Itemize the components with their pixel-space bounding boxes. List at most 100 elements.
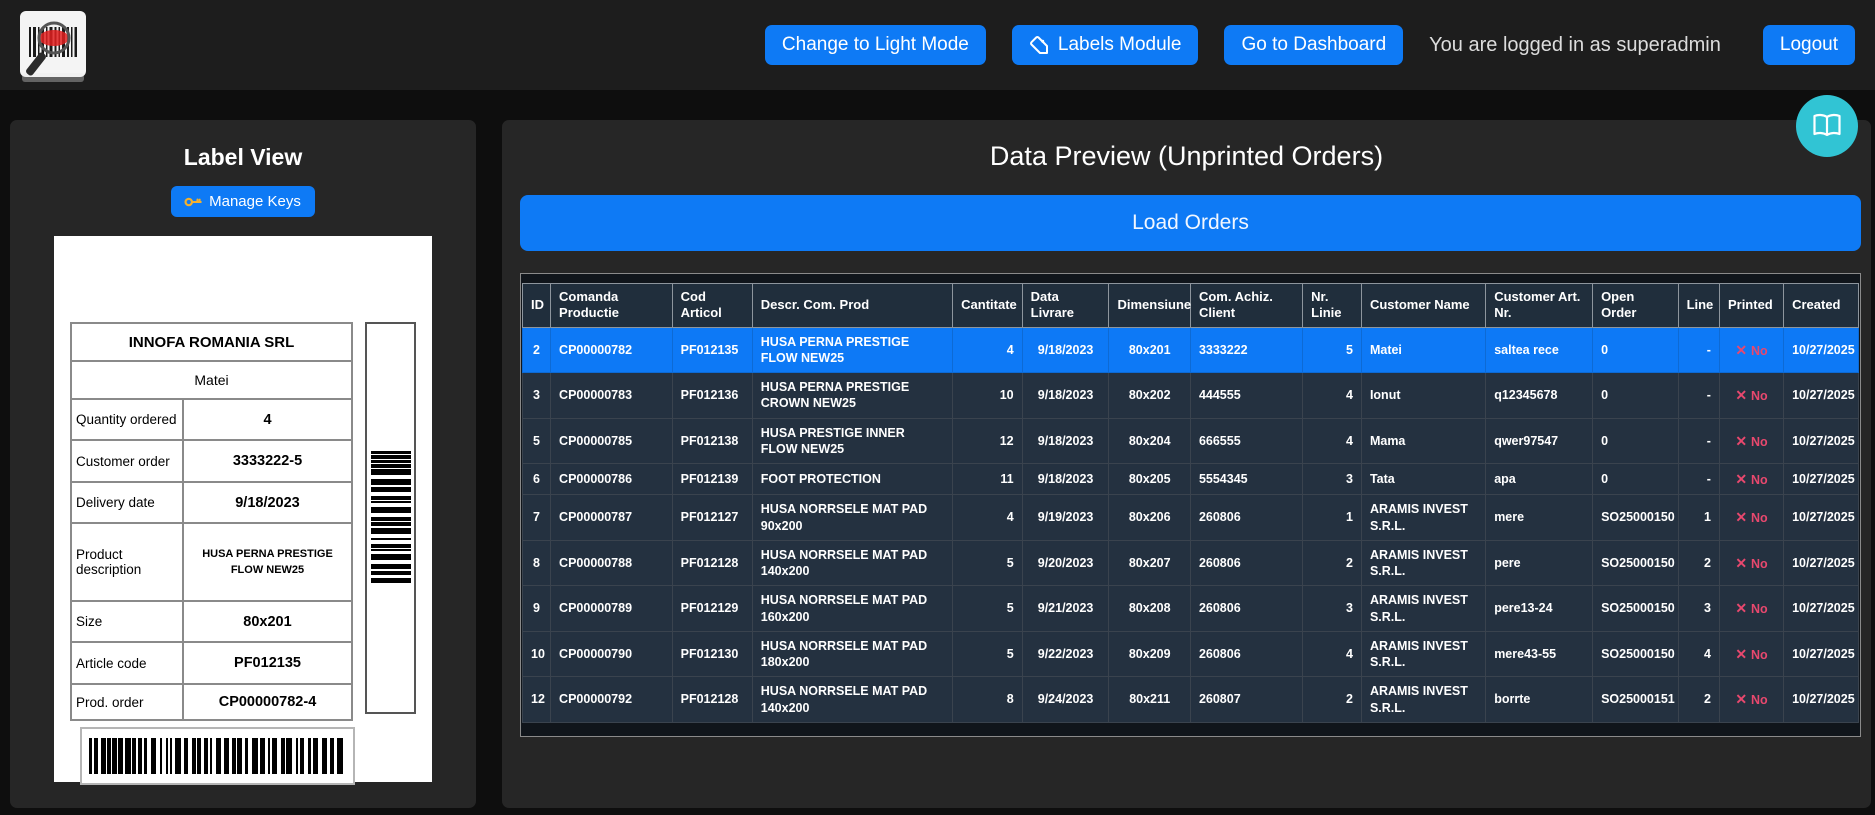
order-cell[interactable]: 9/18/2023 [1022,418,1109,464]
order-cell[interactable]: HUSA PERNA PRESTIGE CROWN NEW25 [752,373,952,419]
order-cell[interactable]: 666555 [1190,418,1302,464]
order-cell[interactable]: apa [1486,464,1593,495]
order-cell[interactable]: 9 [523,586,551,632]
docs-floating-button[interactable] [1796,95,1858,157]
order-cell[interactable]: SO25000151 [1593,677,1679,723]
order-row[interactable]: 7CP00000787PF012127HUSA NORRSELE MAT PAD… [523,495,1859,541]
order-cell[interactable]: - [1678,418,1719,464]
order-cell[interactable]: 0 [1593,418,1679,464]
order-cell[interactable]: 10/27/2025 [1784,631,1859,677]
order-cell[interactable]: HUSA NORRSELE MAT PAD 140x200 [752,540,952,586]
order-cell[interactable]: mere43-55 [1486,631,1593,677]
labels-module-button[interactable]: Labels Module [1012,25,1199,65]
logout-button[interactable]: Logout [1763,25,1855,65]
order-cell[interactable]: PF012128 [672,677,752,723]
order-cell[interactable]: ✕ No [1719,677,1783,723]
order-cell[interactable]: 260806 [1190,586,1302,632]
order-cell[interactable]: 3 [523,373,551,419]
manage-keys-button[interactable]: Manage Keys [171,186,315,217]
order-cell[interactable]: 6 [523,464,551,495]
order-cell[interactable]: ARAMIS INVEST S.R.L. [1361,586,1485,632]
order-cell[interactable]: CP00000787 [551,495,673,541]
order-cell[interactable]: PF012136 [672,373,752,419]
order-row[interactable]: 8CP00000788PF012128HUSA NORRSELE MAT PAD… [523,540,1859,586]
order-cell[interactable]: SO25000150 [1593,540,1679,586]
order-cell[interactable]: 5 [1303,327,1362,373]
order-cell[interactable]: 80x202 [1109,373,1190,419]
order-cell[interactable]: 5 [523,418,551,464]
order-cell[interactable]: 10/27/2025 [1784,586,1859,632]
order-cell[interactable]: 4 [1303,631,1362,677]
order-cell[interactable]: 8 [523,540,551,586]
order-cell[interactable]: ARAMIS INVEST S.R.L. [1361,677,1485,723]
order-cell[interactable]: 12 [953,418,1022,464]
order-cell[interactable]: HUSA NORRSELE MAT PAD 180x200 [752,631,952,677]
load-orders-button[interactable]: Load Orders [520,195,1861,251]
order-cell[interactable]: 9/18/2023 [1022,464,1109,495]
order-cell[interactable]: CP00000785 [551,418,673,464]
order-cell[interactable]: 2 [1303,540,1362,586]
order-cell[interactable]: Ionut [1361,373,1485,419]
order-cell[interactable]: 4 [1303,418,1362,464]
order-cell[interactable]: 2 [523,327,551,373]
order-cell[interactable]: CP00000788 [551,540,673,586]
order-cell[interactable]: CP00000782 [551,327,673,373]
order-cell[interactable]: ✕ No [1719,495,1783,541]
order-row[interactable]: 10CP00000790PF012130HUSA NORRSELE MAT PA… [523,631,1859,677]
order-cell[interactable]: pere [1486,540,1593,586]
order-cell[interactable]: CP00000790 [551,631,673,677]
order-cell[interactable]: PF012135 [672,327,752,373]
order-cell[interactable]: ✕ No [1719,464,1783,495]
order-cell[interactable]: SO25000150 [1593,631,1679,677]
order-cell[interactable]: SO25000150 [1593,495,1679,541]
order-cell[interactable]: pere13-24 [1486,586,1593,632]
order-cell[interactable]: CP00000783 [551,373,673,419]
order-row[interactable]: 12CP00000792PF012128HUSA NORRSELE MAT PA… [523,677,1859,723]
order-cell[interactable]: 10/27/2025 [1784,327,1859,373]
order-cell[interactable]: 260806 [1190,631,1302,677]
order-cell[interactable]: CP00000792 [551,677,673,723]
order-cell[interactable]: Tata [1361,464,1485,495]
order-cell[interactable]: 10/27/2025 [1784,677,1859,723]
order-cell[interactable]: Matei [1361,327,1485,373]
order-cell[interactable]: 5 [953,631,1022,677]
order-cell[interactable]: FOOT PROTECTION [752,464,952,495]
order-cell[interactable]: - [1678,327,1719,373]
order-cell[interactable]: ARAMIS INVEST S.R.L. [1361,631,1485,677]
order-cell[interactable]: 10/27/2025 [1784,540,1859,586]
order-cell[interactable]: 3333222 [1190,327,1302,373]
order-cell[interactable]: HUSA PRESTIGE INNER FLOW NEW25 [752,418,952,464]
order-cell[interactable]: PF012130 [672,631,752,677]
order-cell[interactable]: 9/22/2023 [1022,631,1109,677]
order-row[interactable]: 5CP00000785PF012138HUSA PRESTIGE INNER F… [523,418,1859,464]
order-cell[interactable]: HUSA NORRSELE MAT PAD 140x200 [752,677,952,723]
order-row[interactable]: 9CP00000789PF012129HUSA NORRSELE MAT PAD… [523,586,1859,632]
order-cell[interactable]: 0 [1593,327,1679,373]
order-cell[interactable]: HUSA PERNA PRESTIGE FLOW NEW25 [752,327,952,373]
order-cell[interactable]: 4 [953,495,1022,541]
order-cell[interactable]: 10/27/2025 [1784,418,1859,464]
order-cell[interactable]: 260806 [1190,540,1302,586]
order-cell[interactable]: 9/19/2023 [1022,495,1109,541]
order-cell[interactable]: 3 [1303,464,1362,495]
order-cell[interactable]: ARAMIS INVEST S.R.L. [1361,540,1485,586]
order-cell[interactable]: 10 [953,373,1022,419]
order-cell[interactable]: 8 [953,677,1022,723]
order-row[interactable]: 3CP00000783PF012136HUSA PERNA PRESTIGE C… [523,373,1859,419]
order-cell[interactable]: CP00000786 [551,464,673,495]
order-cell[interactable]: 2 [1303,677,1362,723]
order-cell[interactable]: ✕ No [1719,373,1783,419]
order-cell[interactable]: saltea rece [1486,327,1593,373]
order-cell[interactable]: 80x206 [1109,495,1190,541]
order-cell[interactable]: 5 [953,586,1022,632]
order-cell[interactable]: 2 [1678,677,1719,723]
order-cell[interactable]: ✕ No [1719,418,1783,464]
order-cell[interactable]: 80x207 [1109,540,1190,586]
order-cell[interactable]: ✕ No [1719,327,1783,373]
light-mode-button[interactable]: Change to Light Mode [765,25,986,65]
order-cell[interactable]: 260806 [1190,495,1302,541]
order-cell[interactable]: 4 [953,327,1022,373]
order-cell[interactable]: 80x201 [1109,327,1190,373]
order-cell[interactable]: 444555 [1190,373,1302,419]
order-cell[interactable]: 9/21/2023 [1022,586,1109,632]
